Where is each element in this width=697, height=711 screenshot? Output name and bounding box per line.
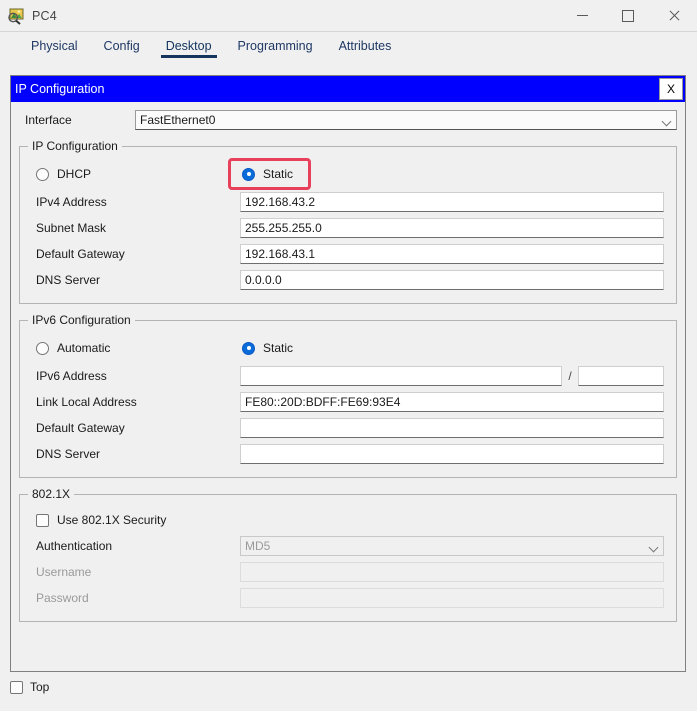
chevron-down-icon [663,118,672,123]
static-label: Static [263,167,293,181]
ipv4-dns-server-label: DNS Server [28,273,240,287]
ipv6-dns-server-label: DNS Server [28,447,240,461]
dhcp-radio-option[interactable]: DHCP [28,167,232,181]
subnet-mask-row: Subnet Mask 255.255.255.0 [28,215,668,241]
ip-configuration-header: IP Configuration X [11,76,685,102]
ip-configuration-title: IP Configuration [15,82,104,96]
authentication-selected-value: MD5 [245,539,270,553]
chevron-down-icon [650,544,659,549]
packet-tracer-pc-icon [7,7,25,25]
top-checkbox-label: Top [30,680,49,694]
top-checkbox[interactable] [10,681,23,694]
username-row: Username [28,559,668,585]
ipv6-address-input[interactable] [240,366,562,386]
ipv6-automatic-radio-option[interactable]: Automatic [28,341,232,355]
password-input[interactable] [240,588,664,608]
ipv4-dns-server-input[interactable]: 0.0.0.0 [240,270,664,290]
ipv6-configuration-group: IPv6 Configuration Automatic Static IPv6… [19,320,677,478]
dot1x-group-title: 802.1X [28,487,74,501]
minimize-button[interactable] [559,0,605,31]
ipv6-mode-row: Automatic Static [28,333,668,363]
ipv6-default-gateway-label: Default Gateway [28,421,240,435]
top-checkbox-row[interactable]: Top [10,680,49,694]
ipv6-default-gateway-row: Default Gateway [28,415,668,441]
ipv6-prefix-length-input[interactable] [578,366,664,386]
interface-label: Interface [19,113,135,127]
link-local-address-row: Link Local Address FE80::20D:BDFF:FE69:9… [28,389,668,415]
ipv6-automatic-label: Automatic [57,341,110,355]
ipv4-mode-row: DHCP Static [28,159,668,189]
ipv4-default-gateway-row: Default Gateway 192.168.43.1 [28,241,668,267]
window-titlebar: PC4 [0,0,697,32]
close-window-button[interactable] [651,0,697,31]
static-radio-option[interactable]: Static [232,162,307,186]
username-input[interactable] [240,562,664,582]
minimize-icon [577,15,588,16]
ipv6-dns-server-input[interactable] [240,444,664,464]
authentication-row: Authentication MD5 [28,533,668,559]
ipv4-default-gateway-input[interactable]: 192.168.43.1 [240,244,664,264]
window-controls [559,0,697,31]
desktop-panel: IP Configuration X Interface FastEtherne… [10,75,686,672]
interface-select[interactable]: FastEthernet0 [135,110,677,130]
ipv6-static-label: Static [263,341,293,355]
use-dot1x-security-label: Use 802.1X Security [57,513,166,527]
interface-row: Interface FastEthernet0 [11,102,685,132]
subnet-mask-label: Subnet Mask [28,221,240,235]
close-icon [668,10,680,22]
tab-config[interactable]: Config [91,39,153,58]
use-dot1x-security-checkbox[interactable] [36,514,49,527]
ipv4-address-label: IPv4 Address [28,195,240,209]
use-dot1x-security-row[interactable]: Use 802.1X Security [28,507,668,533]
ipv6-static-radio-option[interactable]: Static [232,341,293,355]
dhcp-radio[interactable] [36,168,49,181]
static-radio[interactable] [242,168,255,181]
password-label: Password [28,591,240,605]
ipv4-address-input[interactable]: 192.168.43.2 [240,192,664,212]
dhcp-label: DHCP [57,167,91,181]
tab-bar: Physical Config Desktop Programming Attr… [0,32,697,58]
ipv4-dns-server-row: DNS Server 0.0.0.0 [28,267,668,293]
dot1x-group: 802.1X Use 802.1X Security Authenticatio… [19,494,677,622]
tab-physical[interactable]: Physical [18,39,91,58]
username-label: Username [28,565,240,579]
ipv4-address-row: IPv4 Address 192.168.43.2 [28,189,668,215]
maximize-icon [622,10,634,22]
password-row: Password [28,585,668,611]
authentication-label: Authentication [28,539,240,553]
interface-selected-value: FastEthernet0 [140,113,215,127]
window-title: PC4 [32,9,57,23]
ipv6-dns-server-row: DNS Server [28,441,668,467]
ipv6-automatic-radio[interactable] [36,342,49,355]
ipv6-group-title: IPv6 Configuration [28,313,135,327]
maximize-button[interactable] [605,0,651,31]
ipv6-prefix-separator: / [562,369,578,383]
ipv4-configuration-group: IP Configuration DHCP Static IPv4 Addres… [19,146,677,304]
ipv4-group-title: IP Configuration [28,139,122,153]
authentication-select[interactable]: MD5 [240,536,664,556]
subnet-mask-input[interactable]: 255.255.255.0 [240,218,664,238]
link-local-address-input[interactable]: FE80::20D:BDFF:FE69:93E4 [240,392,664,412]
link-local-address-label: Link Local Address [28,395,240,409]
ipv4-default-gateway-label: Default Gateway [28,247,240,261]
ipv6-static-radio[interactable] [242,342,255,355]
tab-attributes[interactable]: Attributes [326,39,405,58]
ipv6-address-row: IPv6 Address / [28,363,668,389]
tab-desktop[interactable]: Desktop [153,39,225,58]
ipv6-default-gateway-input[interactable] [240,418,664,438]
tab-programming[interactable]: Programming [225,39,326,58]
close-ip-configuration-button[interactable]: X [659,78,683,100]
ipv6-address-label: IPv6 Address [28,369,240,383]
